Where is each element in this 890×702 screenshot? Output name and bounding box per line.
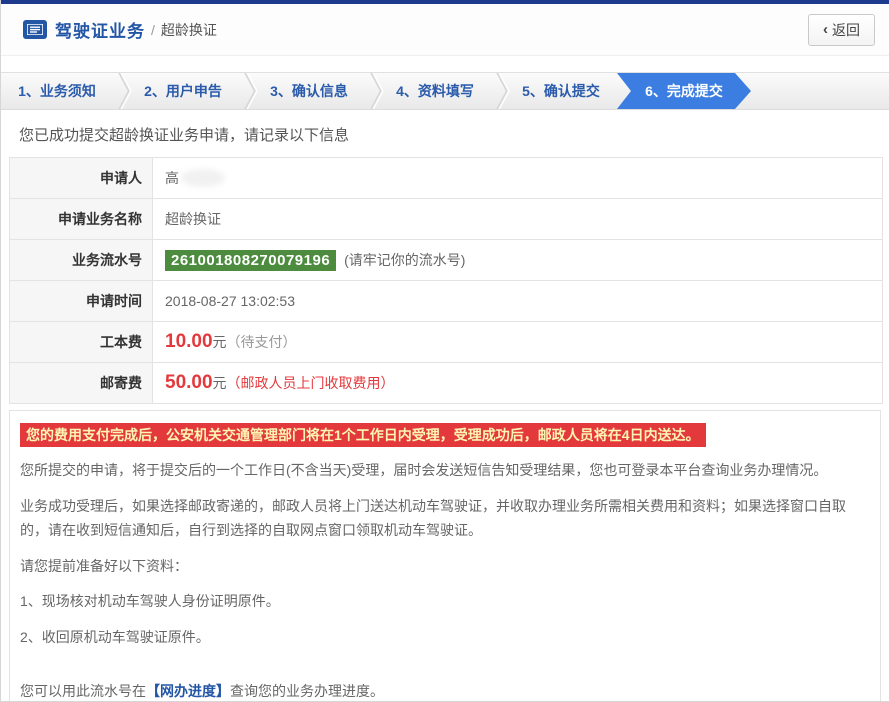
header: 驾驶证业务 / 超龄换证 ‹ 返回 [1, 4, 889, 56]
postage-fee-label: 邮寄费 [10, 363, 153, 404]
license-form-icon [23, 20, 47, 39]
table-row-applicant: 申请人 高 [10, 158, 883, 199]
table-row-business-name: 申请业务名称 超龄换证 [10, 199, 883, 240]
step-3-confirm-info: 3、确认信息 [253, 73, 365, 109]
production-fee-value: 10.00元（待支付） [153, 322, 883, 363]
page: 驾驶证业务 / 超龄换证 ‹ 返回 1、业务须知 2、用户申告 3、确认信息 4… [0, 0, 890, 702]
notice-list-item-1: 1、现场核对机动车驾驶人身份证明原件。 [20, 589, 870, 614]
progress-hint: 您可以用此流水号在【网办进度】查询您的业务办理进度。 [20, 679, 870, 702]
step-4-fill-materials: 4、资料填写 [379, 73, 491, 109]
step-separator-icon [491, 73, 505, 109]
application-info-table: 申请人 高 申请业务名称 超龄换证 业务流水号 2610018082700791… [9, 157, 883, 404]
step-1-business-notice: 1、业务须知 [1, 73, 113, 109]
page-title: 驾驶证业务 [55, 17, 145, 42]
postage-fee-amount: 50.00 [165, 372, 213, 393]
online-progress-link[interactable]: 【网办进度】 [146, 683, 230, 699]
step-6-complete-submit-active: 6、完成提交 [617, 73, 751, 109]
table-row-postage-fee: 邮寄费 50.00元（邮政人员上门收取费用） [10, 363, 883, 404]
step-2-user-declaration: 2、用户申告 [127, 73, 239, 109]
step-separator-icon [113, 73, 127, 109]
header-back-label: 返回 [832, 20, 860, 40]
production-fee-amount: 10.00 [165, 331, 213, 352]
step-5-confirm-submit: 5、确认提交 [505, 73, 617, 109]
applicant-value: 高 [153, 158, 883, 199]
step-separator-icon [365, 73, 379, 109]
success-message: 您已成功提交超龄换证业务申请，请记录以下信息 [1, 124, 889, 145]
production-fee-label: 工本费 [10, 322, 153, 363]
apply-time-value: 2018-08-27 13:02:53 [153, 281, 883, 322]
breadcrumb-separator: / [151, 22, 155, 38]
step-nav-filler [751, 73, 889, 109]
serial-number-note: (请牢记你的流水号) [344, 252, 465, 268]
apply-time-label: 申请时间 [10, 281, 153, 322]
notice-section: 您的费用支付完成后，公安机关交通管理部门将在1个工作日内受理，受理成功后，邮政人… [9, 410, 881, 702]
payment-warning-banner: 您的费用支付完成后，公安机关交通管理部门将在1个工作日内受理，受理成功后，邮政人… [20, 423, 706, 447]
serial-number-value: 261001808270079196 (请牢记你的流水号) [153, 240, 883, 281]
breadcrumb-current: 超龄换证 [161, 20, 217, 40]
business-name-label: 申请业务名称 [10, 199, 153, 240]
serial-number-badge: 261001808270079196 [165, 250, 336, 271]
chevron-left-icon: ‹ [823, 22, 828, 37]
applicant-label: 申请人 [10, 158, 153, 199]
table-row-serial-number: 业务流水号 261001808270079196 (请牢记你的流水号) [10, 240, 883, 281]
postage-fee-value: 50.00元（邮政人员上门收取费用） [153, 363, 883, 404]
table-row-apply-time: 申请时间 2018-08-27 13:02:53 [10, 281, 883, 322]
header-back-button[interactable]: ‹ 返回 [808, 14, 875, 46]
table-row-production-fee: 工本费 10.00元（待支付） [10, 322, 883, 363]
breadcrumb: 驾驶证业务 / 超龄换证 [23, 17, 217, 42]
serial-number-label: 业务流水号 [10, 240, 153, 281]
step-nav: 1、业务须知 2、用户申告 3、确认信息 4、资料填写 5、确认提交 6、完成提… [1, 72, 889, 110]
production-fee-status: （待支付） [227, 334, 297, 350]
notice-paragraph-3: 请您提前准备好以下资料： [20, 554, 870, 579]
redaction-blur [181, 169, 225, 187]
notice-paragraph-1: 您所提交的申请，将于提交后的一个工作日(不含当天)受理，届时会发送短信告知受理结… [20, 458, 870, 483]
notice-paragraph-2: 业务成功受理后，如果选择邮政寄递的，邮政人员将上门送达机动车驾驶证，并收取办理业… [20, 494, 870, 543]
notice-list-item-2: 2、收回原机动车驾驶证原件。 [20, 625, 870, 650]
step-separator-icon [239, 73, 253, 109]
business-name-value: 超龄换证 [153, 199, 883, 240]
postage-fee-note: （邮政人员上门收取费用） [227, 375, 395, 391]
